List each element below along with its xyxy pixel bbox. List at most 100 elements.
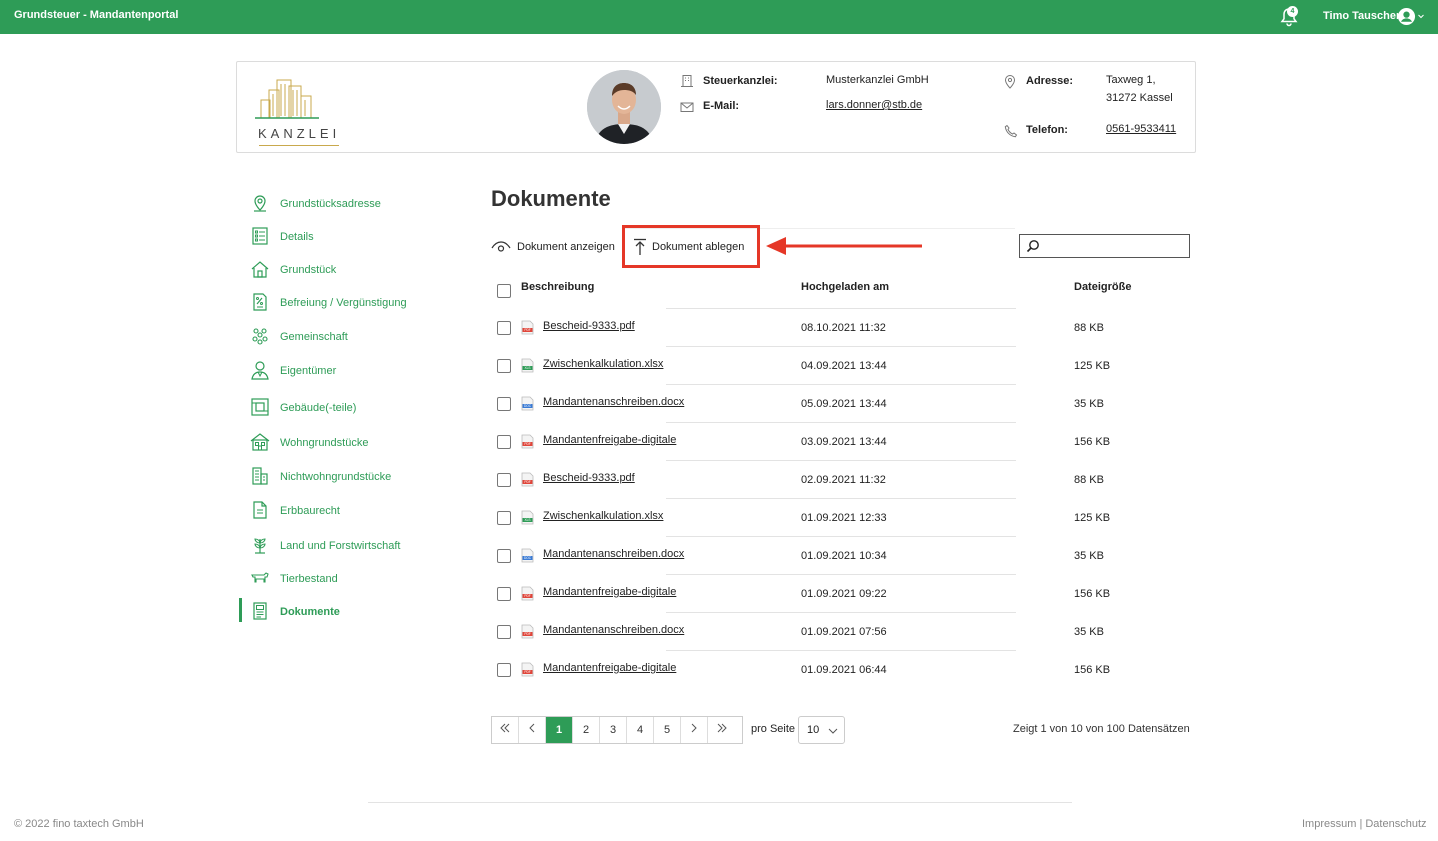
upload-date: 05.09.2021 13:44 [801,398,887,410]
last-page-button[interactable] [708,717,735,743]
row-divider [666,308,1016,309]
pdf-file-icon: PDF [521,624,534,639]
advisor-card: KANZLEI Steuerkanzlei: Musterkanzlei Gmb… [236,61,1196,153]
doc-file-icon: DOC [521,548,534,563]
advisor-photo [587,70,661,144]
upload-date: 01.09.2021 09:22 [801,588,887,600]
svg-text:PDF: PDF [524,594,530,598]
row-checkbox[interactable] [497,473,511,487]
row-checkbox[interactable] [497,435,511,449]
file-name-link[interactable]: Mandantenanschreiben.docx [543,396,684,408]
user-avatar-icon[interactable] [1397,7,1416,26]
sidebar-item-label: Tierbestand [280,573,338,585]
sidebar-item-gemeinschaft[interactable]: Gemeinschaft [236,323,466,349]
row-divider [666,498,1016,499]
sidebar-item-grundstueck[interactable]: Grundstück [236,256,466,282]
file-name-link[interactable]: Zwischenkalkulation.xlsx [543,358,663,370]
file-name-link[interactable]: Zwischenkalkulation.xlsx [543,510,663,522]
phone-label: Telefon: [1026,124,1068,136]
search-input[interactable] [1044,237,1184,255]
sidebar-item-label: Gemeinschaft [280,331,348,343]
document-icon [253,501,267,519]
file-size: 125 KB [1074,360,1111,372]
svg-text:PDF: PDF [524,480,530,484]
table-row[interactable]: XLS Zwischenkalkulation.xlsx 04.09.2021 13… [491,346,1191,384]
logo-buildings-icon [255,79,319,119]
svg-text:PDF: PDF [524,670,530,674]
column-header-uploaded[interactable]: Hochgeladen am [801,281,889,293]
column-header-size[interactable]: Dateigröße [1074,281,1131,293]
sidebar-item-gebaeude[interactable]: Gebäude(-teile) [236,394,466,420]
table-row[interactable]: PDF Mandantenfreigabe-digitale 03.09.2021 … [491,422,1191,460]
table-row[interactable]: PDF Bescheid-9333.pdf 08.10.2021 11:32 88 K… [491,308,1191,346]
per-page-select[interactable]: 10 [798,716,845,744]
sidebar-item-details[interactable]: Details [236,223,466,249]
row-checkbox[interactable] [497,663,511,677]
table-row[interactable]: DOC Mandantenanschreiben.docx 05.09.2021 1… [491,384,1191,422]
sidebar-item-dokumente[interactable]: Dokumente [236,598,466,624]
row-checkbox[interactable] [497,511,511,525]
cow-icon [251,572,269,583]
email-link[interactable]: lars.donner@stb.de [826,96,922,114]
page-button-4[interactable]: 4 [627,717,654,743]
svg-text:PDF: PDF [524,442,530,446]
page-button-3[interactable]: 3 [600,717,627,743]
address-line-2: 31272 Kassel [1106,92,1173,104]
file-size: 156 KB [1074,588,1111,600]
sidebar-item-grundstuecksadresse[interactable]: Grundstücksadresse [236,190,466,216]
sidebar-item-erbbaurecht[interactable]: Erbbaurecht [236,497,466,523]
annotation-arrow-icon [766,237,922,255]
row-checkbox[interactable] [497,397,511,411]
file-name-link[interactable]: Mandantenfreigabe-digitale [543,662,676,674]
file-name-link[interactable]: Mandantenanschreiben.docx [543,548,684,560]
address-line-1: Taxweg 1, [1106,74,1156,86]
phone-link[interactable]: 0561-9533411 [1106,120,1176,138]
page-button-1[interactable]: 1 [546,717,573,743]
chevron-down-icon[interactable] [1417,12,1425,20]
row-checkbox[interactable] [497,549,511,563]
sidebar-item-label: Details [280,231,314,243]
sidebar-item-eigentuemer[interactable]: Eigentümer [236,357,466,383]
building-parts-icon [251,398,269,416]
percent-document-icon [253,293,267,311]
row-checkbox[interactable] [497,321,511,335]
row-checkbox[interactable] [497,587,511,601]
column-header-description[interactable]: Beschreibung [521,281,594,293]
house-icon [251,261,269,278]
page-button-2[interactable]: 2 [573,717,600,743]
sidebar-item-befreiung[interactable]: Befreiung / Vergünstigung [236,289,466,315]
pdf-file-icon: PDF [521,320,534,335]
search-box[interactable] [1019,234,1190,258]
sidebar-item-nichtwohngrundstuecke[interactable]: Nichtwohngrundstücke [236,463,466,489]
phone-icon [1004,124,1018,138]
notification-badge: 4 [1287,6,1298,17]
pdf-file-icon: PDF [521,662,534,677]
sidebar-item-tierbestand[interactable]: Tierbestand [236,565,466,591]
file-name-link[interactable]: Bescheid-9333.pdf [543,320,635,332]
table-row[interactable]: PDF Mandantenfreigabe-digitale 01.09.2021 … [491,574,1191,612]
table-row[interactable]: DOC Mandantenanschreiben.docx 01.09.2021 1… [491,536,1191,574]
table-row[interactable]: XLS Zwischenkalkulation.xlsx 01.09.2021 12… [491,498,1191,536]
first-page-button[interactable] [492,717,519,743]
file-name-link[interactable]: Mandantenfreigabe-digitale [543,586,676,598]
table-row[interactable]: PDF Mandantenfreigabe-digitale 01.09.2021 … [491,650,1191,688]
sidebar-item-label: Befreiung / Vergünstigung [280,297,407,309]
user-name[interactable]: Timo Tauscher [1323,10,1400,22]
table-row[interactable]: PDF Bescheid-9333.pdf 02.09.2021 11:32 88 K… [491,460,1191,498]
upload-date: 01.09.2021 07:56 [801,626,887,638]
sidebar-item-land-forst[interactable]: Land und Forstwirtschaft [236,532,466,558]
select-all-checkbox[interactable] [497,284,511,298]
next-page-button[interactable] [681,717,708,743]
row-checkbox[interactable] [497,359,511,373]
footer-links[interactable]: Impressum | Datenschutz [1302,818,1427,830]
file-name-link[interactable]: Mandantenanschreiben.docx [543,624,684,636]
table-header: Beschreibung Hochgeladen am Dateigröße [491,274,1191,308]
sidebar-item-wohngrundstuecke[interactable]: Wohngrundstücke [236,429,466,455]
table-row[interactable]: PDF Mandantenanschreiben.docx 01.09.2021 0… [491,612,1191,650]
prev-page-button[interactable] [519,717,546,743]
file-name-link[interactable]: Bescheid-9333.pdf [543,472,635,484]
row-checkbox[interactable] [497,625,511,639]
file-name-link[interactable]: Mandantenfreigabe-digitale [543,434,676,446]
page-button-5[interactable]: 5 [654,717,681,743]
svg-text:PDF: PDF [524,632,530,636]
